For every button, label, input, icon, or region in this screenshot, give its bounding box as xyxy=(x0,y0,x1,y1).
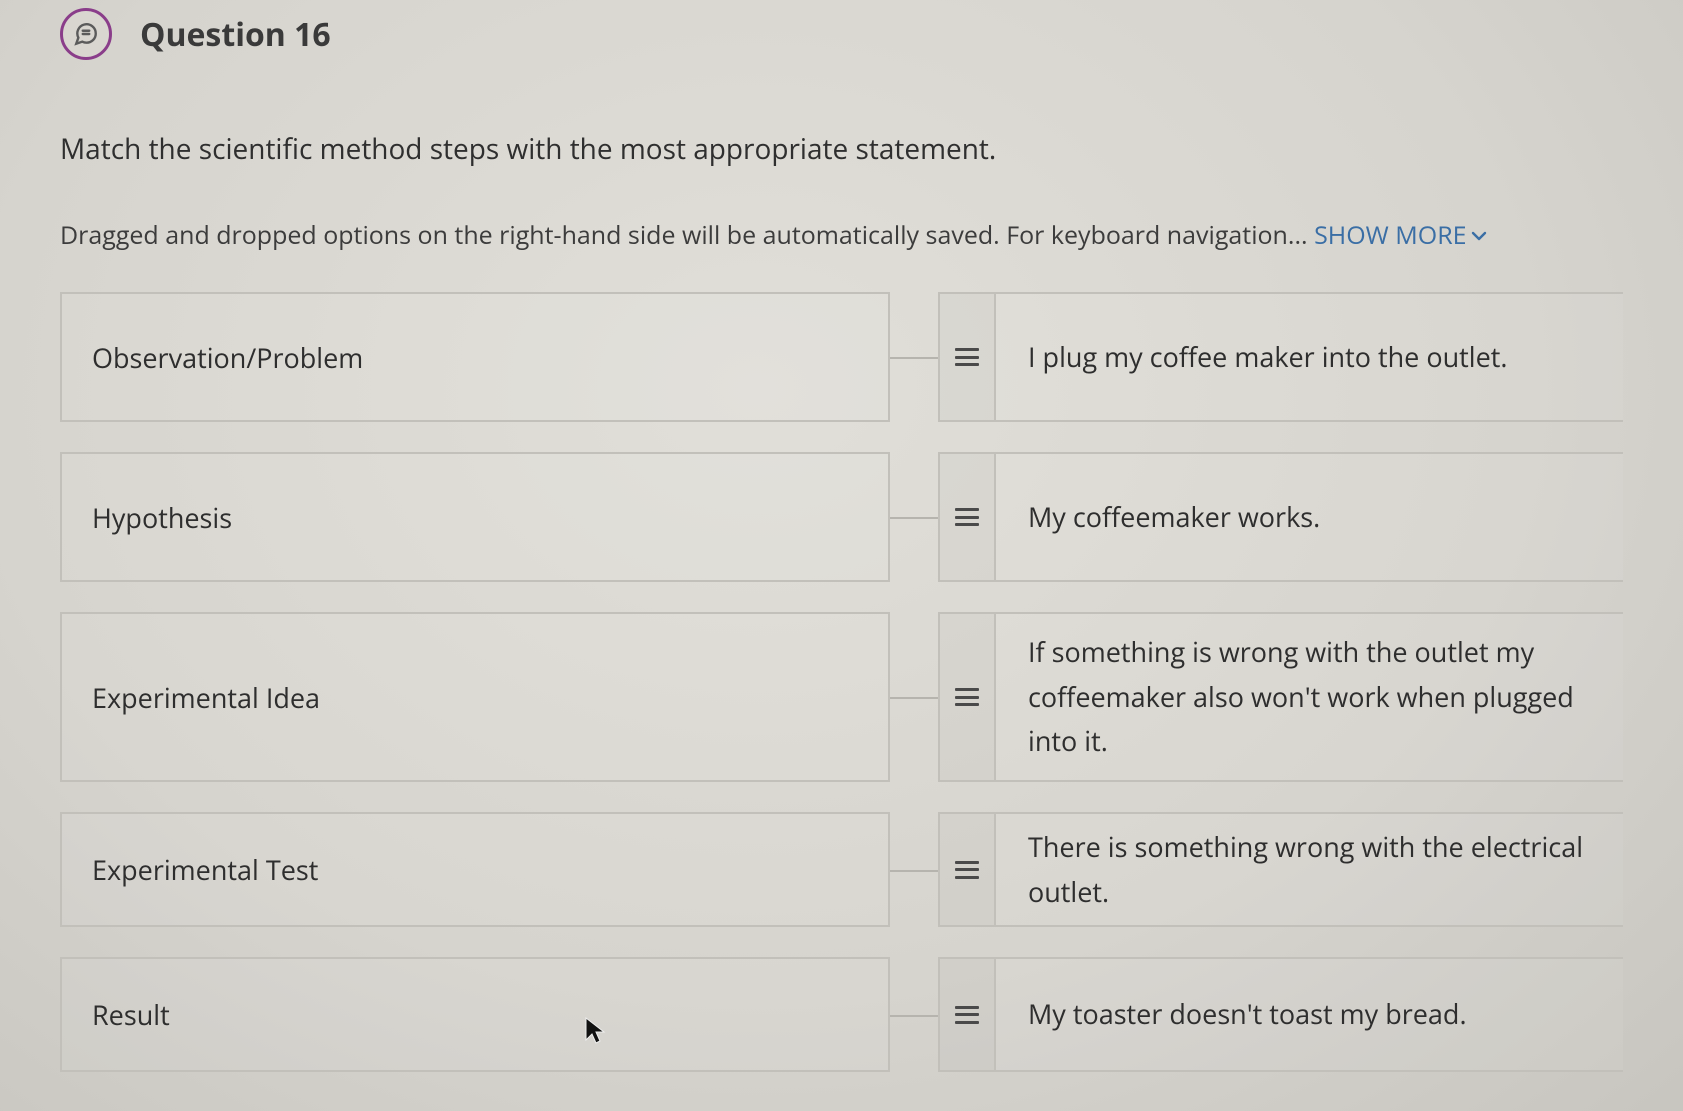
match-option-text: I plug my coffee maker into the outlet. xyxy=(996,294,1623,420)
drag-handle-icon xyxy=(955,508,979,526)
question-title: Question 16 xyxy=(140,13,331,56)
drag-handle[interactable] xyxy=(940,454,996,580)
drag-handle-icon xyxy=(955,348,979,366)
match-row: Result My toaster doesn't toast my bread… xyxy=(60,957,1623,1072)
match-target[interactable]: Experimental Test xyxy=(60,812,890,927)
match-row: Experimental Test There is something wro… xyxy=(60,812,1623,927)
drag-handle[interactable] xyxy=(940,294,996,420)
match-option[interactable]: My coffeemaker works. xyxy=(938,452,1623,582)
match-option-text: There is something wrong with the electr… xyxy=(996,814,1623,925)
match-target-label: Result xyxy=(92,996,170,1033)
match-connector xyxy=(890,452,938,582)
drag-handle[interactable] xyxy=(940,959,996,1070)
match-connector xyxy=(890,612,938,782)
drag-handle-icon xyxy=(955,1006,979,1024)
question-prompt: Match the scientific method steps with t… xyxy=(60,130,1623,168)
match-target[interactable]: Hypothesis xyxy=(60,452,890,582)
question-header: Question 16 xyxy=(60,0,1623,60)
match-connector xyxy=(890,292,938,422)
drag-handle-icon xyxy=(955,688,979,706)
question-instructions: Dragged and dropped options on the right… xyxy=(60,218,1623,252)
match-target-label: Experimental Test xyxy=(92,851,318,888)
match-option[interactable]: I plug my coffee maker into the outlet. xyxy=(938,292,1623,422)
match-option-text: If something is wrong with the outlet my… xyxy=(996,614,1623,780)
match-option[interactable]: There is something wrong with the electr… xyxy=(938,812,1623,927)
match-target[interactable]: Observation/Problem xyxy=(60,292,890,422)
question-page: Question 16 Match the scientific method … xyxy=(0,0,1683,1111)
show-more-label: SHOW MORE xyxy=(1314,218,1466,252)
match-option-text: My toaster doesn't toast my bread. xyxy=(996,959,1623,1070)
chevron-down-icon xyxy=(1471,216,1487,250)
match-area: Observation/Problem I plug my coffee mak… xyxy=(60,292,1623,1072)
match-option-text: My coffeemaker works. xyxy=(996,454,1623,580)
match-connector xyxy=(890,812,938,927)
match-row: Hypothesis My coffeemaker works. xyxy=(60,452,1623,582)
match-option[interactable]: My toaster doesn't toast my bread. xyxy=(938,957,1623,1072)
match-row: Experimental Idea If something is wrong … xyxy=(60,612,1623,782)
match-row: Observation/Problem I plug my coffee mak… xyxy=(60,292,1623,422)
match-target-label: Experimental Idea xyxy=(92,679,320,716)
match-target-label: Observation/Problem xyxy=(92,339,363,376)
drag-handle[interactable] xyxy=(940,614,996,780)
drag-handle-icon xyxy=(955,861,979,879)
match-target[interactable]: Result xyxy=(60,957,890,1072)
match-connector xyxy=(890,957,938,1072)
drag-handle[interactable] xyxy=(940,814,996,925)
instructions-text: Dragged and dropped options on the right… xyxy=(60,218,1314,252)
match-option[interactable]: If something is wrong with the outlet my… xyxy=(938,612,1623,782)
match-target[interactable]: Experimental Idea xyxy=(60,612,890,782)
match-target-label: Hypothesis xyxy=(92,499,232,536)
question-type-icon xyxy=(60,8,112,60)
show-more-link[interactable]: SHOW MORE xyxy=(1314,218,1486,252)
